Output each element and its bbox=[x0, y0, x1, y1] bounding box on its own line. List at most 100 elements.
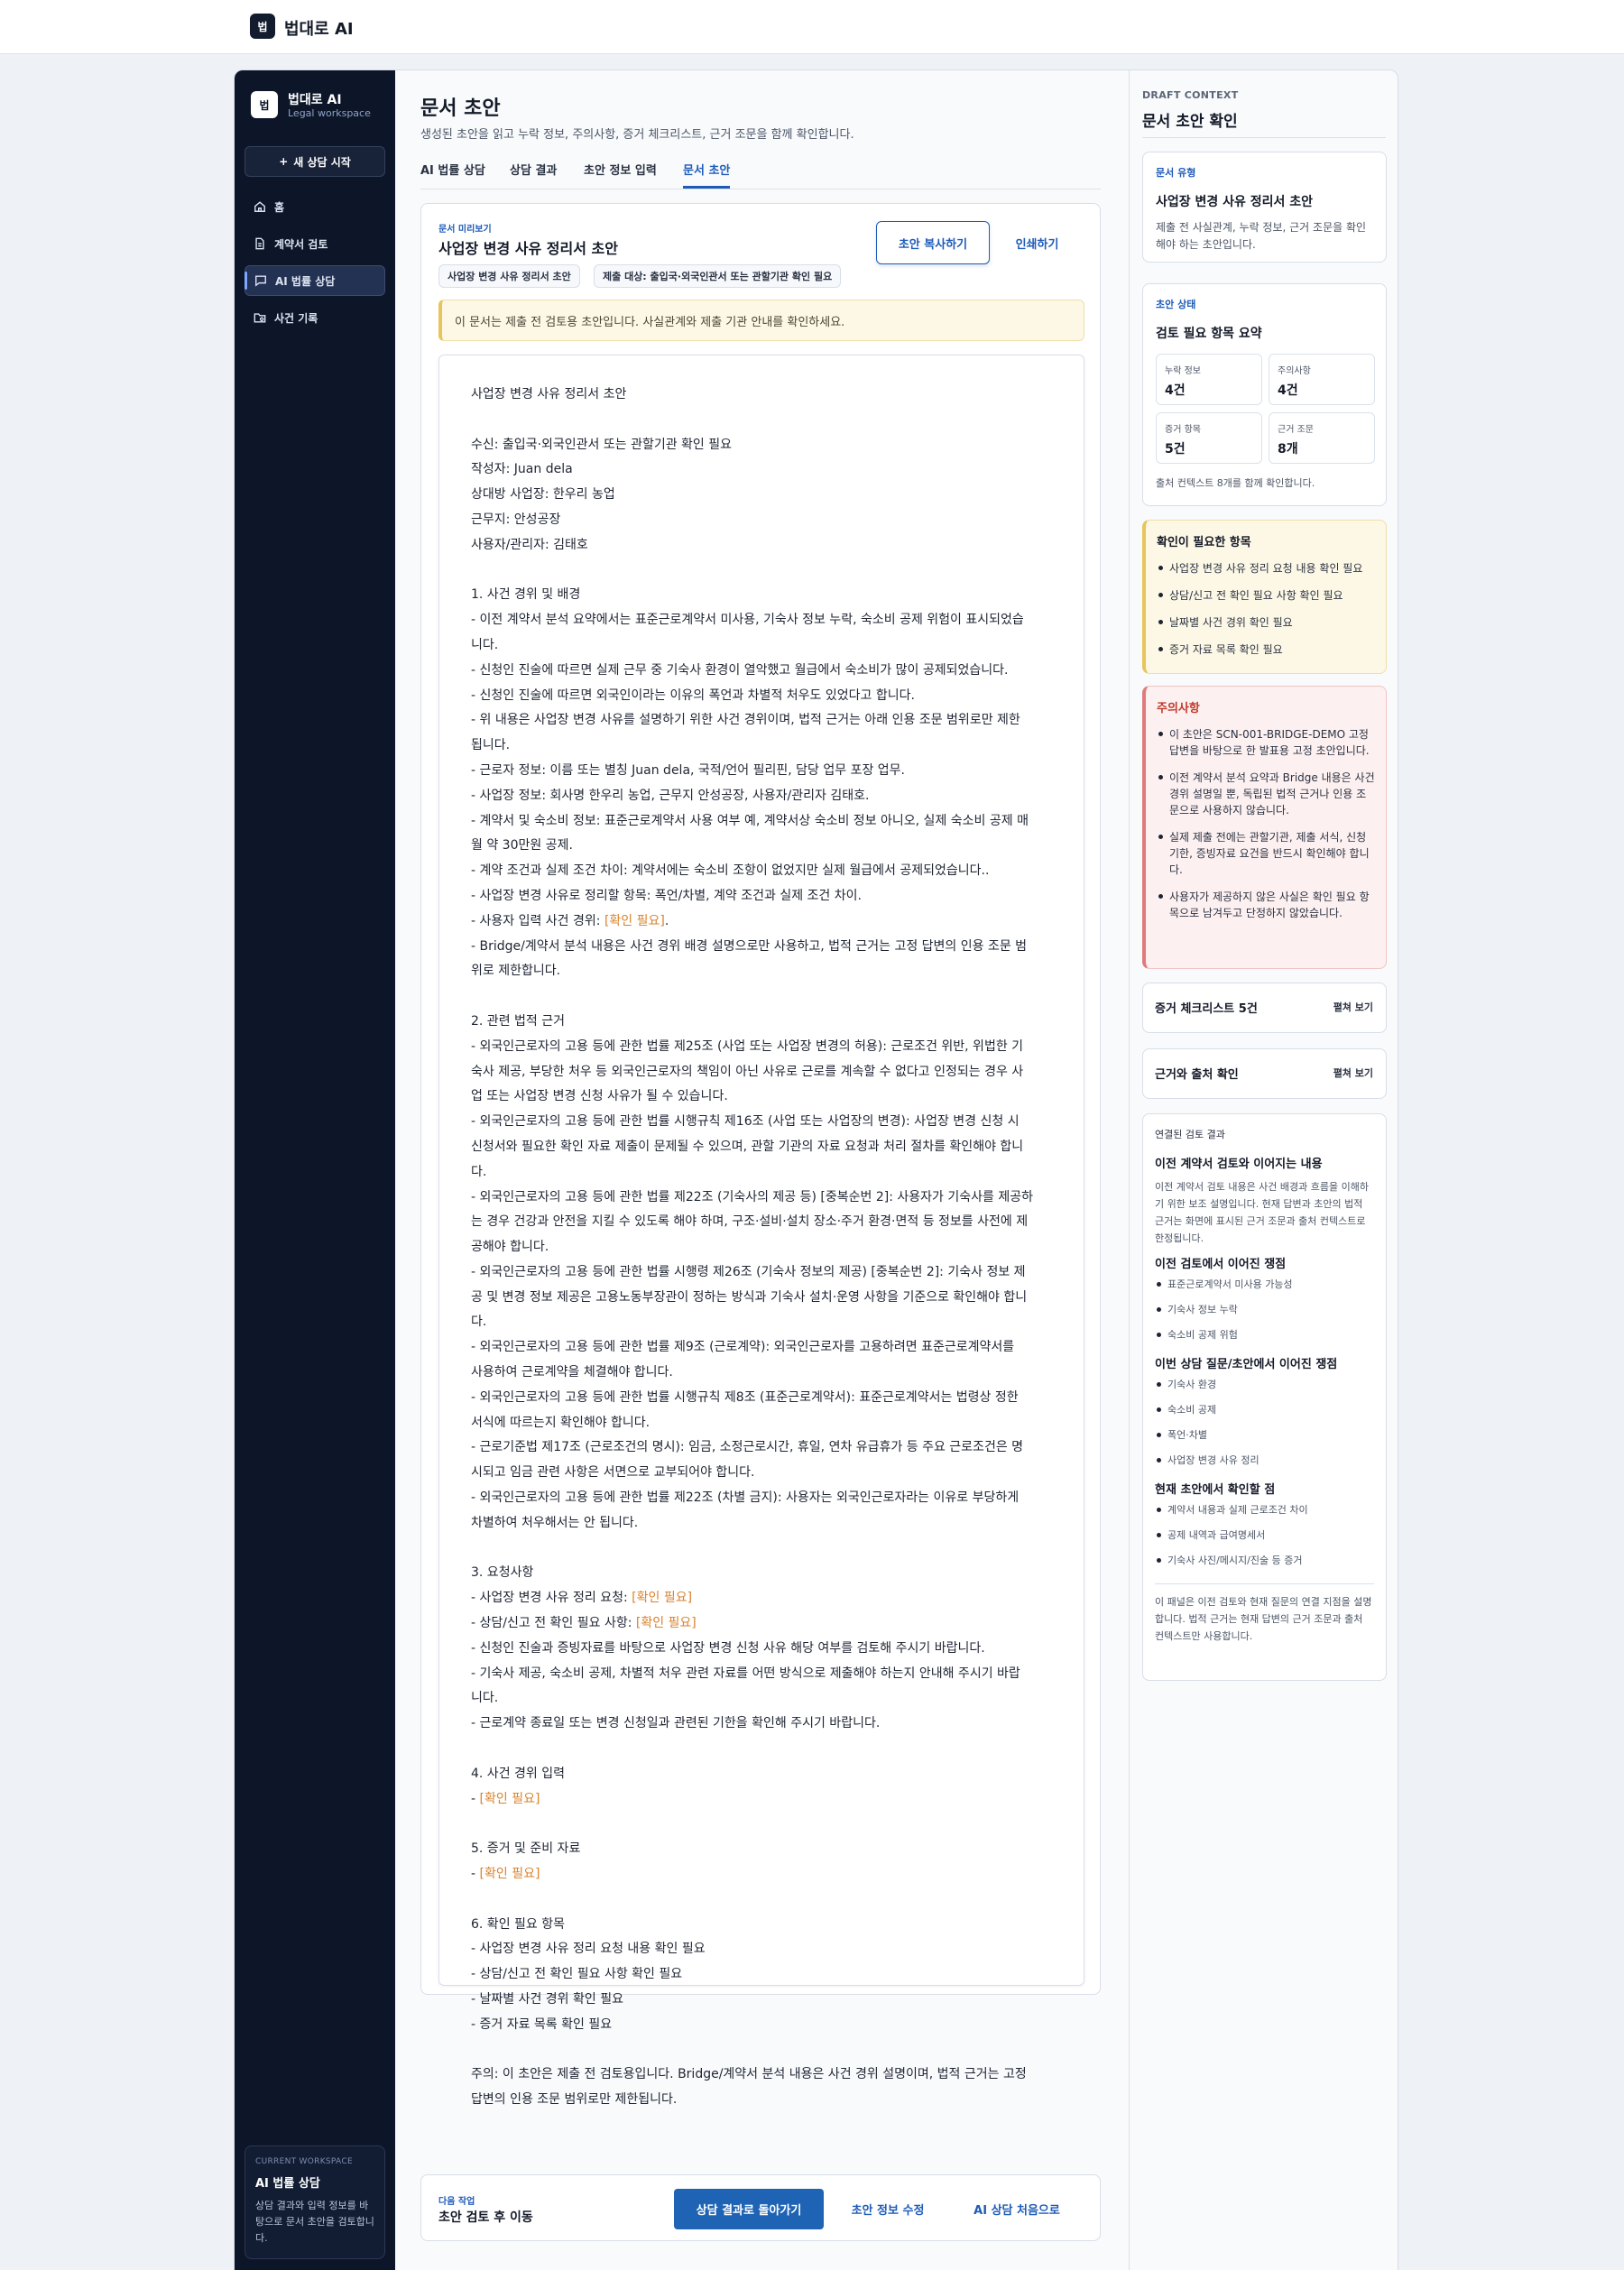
stat-label: 주의사항 bbox=[1278, 366, 1311, 376]
document-line: 니다. bbox=[471, 637, 499, 652]
document-line: 다. bbox=[471, 1315, 487, 1330]
document-line: - 근로계약 종료일 또는 변경 신청일과 관련된 기한을 확인해 주시기 바랍… bbox=[471, 1716, 881, 1731]
print-button[interactable]: 인쇄하기 bbox=[990, 221, 1084, 264]
folder-icon bbox=[254, 313, 266, 323]
evidence-expand-toggle[interactable]: 펼쳐 보기 bbox=[1333, 1000, 1373, 1014]
document-line: - 외국인근로자의 고용 등에 관한 법률 시행규칙 제16조 (사업 또는 사… bbox=[471, 1114, 1020, 1130]
linked-group-list: 표준근로계약서 미사용 가능성 기숙사 정보 누락 숙소비 공제 위험 bbox=[1155, 1277, 1374, 1343]
tab-ai-consultation[interactable]: AI 법률 상담 bbox=[420, 161, 485, 189]
doc-type-kicker: 문서 유형 bbox=[1156, 167, 1196, 179]
document-line: - 기숙사 제공, 숙소비 공제, 차별적 처우 관련 자료를 어떤 방식으로 … bbox=[471, 1666, 1020, 1681]
app-logo-icon[interactable]: 법 bbox=[250, 14, 275, 39]
new-consultation-label: 새 상담 시작 bbox=[293, 155, 351, 169]
edit-draft-info-button[interactable]: 초안 정보 수정 bbox=[834, 2189, 942, 2229]
needs-confirmation-flag: [확인 필요] bbox=[604, 913, 665, 928]
linked-footnote: 이 패널은 이전 검토와 현재 질문의 연결 지점을 설명합니다. 법적 근거는… bbox=[1155, 1596, 1372, 1642]
draft-context-panel: DRAFT CONTEXT 문서 초안 확인 문서 유형 사업장 변경 사유 정… bbox=[1129, 70, 1398, 2270]
doc-type-card: 문서 유형 사업장 변경 사유 정리서 초안 제출 전 사실관계, 누락 정보,… bbox=[1142, 152, 1387, 263]
list-item: 기숙사 정보 누락 bbox=[1155, 1302, 1374, 1318]
rail-title: 문서 초안 확인 bbox=[1142, 113, 1238, 131]
document-line: - 외국인근로자의 고용 등에 관한 법률 제22조 (기숙사의 제공 등) [… bbox=[471, 1189, 1033, 1204]
stat-evidence: 증거 항목 5건 bbox=[1156, 412, 1262, 464]
document-line: - 상담/신고 전 확인 필요 사항 확인 필요 bbox=[471, 1967, 683, 1982]
list-item: 공제 내역과 급여명세서 bbox=[1155, 1527, 1374, 1544]
tab-consultation-result[interactable]: 상담 결과 bbox=[510, 161, 557, 189]
sidebar-app-name: 법대로 AI bbox=[288, 93, 342, 107]
document-line: 다. bbox=[471, 1164, 487, 1179]
list-item: 사업장 변경 사유 정리 bbox=[1155, 1453, 1374, 1469]
list-item: 기숙사 환경 bbox=[1155, 1377, 1374, 1393]
list-item: 숙소비 공제 위험 bbox=[1155, 1327, 1374, 1343]
rail-kicker: DRAFT CONTEXT bbox=[1142, 89, 1239, 101]
sidebar-item-label: AI 법률 상담 bbox=[275, 274, 336, 288]
sidebar-item-home[interactable]: 홈 bbox=[245, 191, 385, 222]
evidence-checklist-card[interactable]: 증거 체크리스트 5건 펼쳐 보기 bbox=[1142, 983, 1387, 1033]
list-item: 이 초안은 SCN-001-BRIDGE-DEMO 고정 답변을 바탕으로 한 … bbox=[1157, 726, 1375, 759]
document-line: 1. 사건 경위 및 배경 bbox=[471, 587, 581, 603]
list-item: 기숙사 사진/메시지/진술 등 증거 bbox=[1155, 1553, 1374, 1569]
document-line: 수신: 출입국·외국인관서 또는 관할기관 확인 필요 bbox=[471, 437, 733, 452]
document-line: - 외국인근로자의 고용 등에 관한 법률 제25조 (사업 또는 사업장 변경… bbox=[471, 1038, 1024, 1054]
stat-legal-basis: 근거 조문 8개 bbox=[1269, 412, 1375, 464]
document-line: 됩니다. bbox=[471, 738, 511, 753]
sources-card[interactable]: 근거와 출처 확인 펼쳐 보기 bbox=[1142, 1048, 1387, 1099]
linked-group-title: 현재 초안에서 확인할 점 bbox=[1155, 1483, 1276, 1497]
stat-value: 4건 bbox=[1278, 383, 1298, 398]
copy-draft-button[interactable]: 초안 복사하기 bbox=[876, 221, 990, 264]
preview-kicker: 문서 미리보기 bbox=[438, 225, 492, 235]
caution-card: 주의사항 이 초안은 SCN-001-BRIDGE-DEMO 고정 답변을 바탕… bbox=[1142, 686, 1387, 969]
document-line: 공 및 변경 정보 제공은 고용노동부장관이 정하는 방식과 기숙사 설치·운영… bbox=[471, 1289, 1028, 1305]
page-title: 문서 초안 bbox=[420, 97, 501, 120]
document-line: 시되고 임금 관련 사항은 서면으로 교부되어야 합니다. bbox=[471, 1465, 755, 1481]
list-item: 사용자가 제공하지 않은 사실은 확인 필요 항목으로 남겨두고 단정하지 않았… bbox=[1157, 889, 1375, 921]
document-body: 사업장 변경 사유 정리서 초안수신: 출입국·외국인관서 또는 관할기관 확인… bbox=[438, 355, 1084, 2107]
stat-cautions: 주의사항 4건 bbox=[1269, 354, 1375, 405]
document-line: - 상담/신고 전 확인 필요 사항: [확인 필요] bbox=[471, 1616, 697, 1631]
workspace-desc: 상담 결과와 입력 정보를 바탕으로 문서 초안을 검토합니다. bbox=[255, 2200, 374, 2244]
sidebar-item-contract-review[interactable]: 계약서 검토 bbox=[245, 228, 385, 259]
list-item: 계약서 내용과 실제 근로조건 차이 bbox=[1155, 1502, 1374, 1518]
sidebar-item-case-records[interactable]: 사건 기록 bbox=[245, 302, 385, 333]
document-line: - [확인 필요] bbox=[471, 1791, 540, 1806]
sidebar-item-label: 홈 bbox=[274, 200, 285, 214]
main-content: 문서 초안 생성된 초안을 읽고 누락 정보, 주의사항, 증거 체크리스트, … bbox=[395, 70, 1129, 2270]
tab-document-draft[interactable]: 문서 초안 bbox=[683, 161, 731, 189]
back-to-result-button[interactable]: 상담 결과로 돌아가기 bbox=[674, 2189, 824, 2229]
document-line: - 근로기준법 제17조 (근로조건의 명시): 임금, 소정근로시간, 휴일,… bbox=[471, 1440, 1024, 1455]
stat-value: 4건 bbox=[1165, 383, 1186, 398]
new-consultation-button[interactable]: + 새 상담 시작 bbox=[245, 146, 385, 177]
document-line: - 신청인 진술과 증빙자료를 바탕으로 사업장 변경 신청 사유 해당 여부를… bbox=[471, 1640, 985, 1656]
list-item: 이전 계약서 분석 요약과 Bridge 내용은 사건 경위 설명일 뿐, 독립… bbox=[1157, 770, 1375, 818]
sidebar-item-ai-consultation[interactable]: AI 법률 상담 bbox=[245, 265, 385, 296]
linked-review-kicker: 연결된 검토 결과 bbox=[1155, 1129, 1225, 1140]
sidebar: 법 법대로 AI Legal workspace + 새 상담 시작 홈 계약서… bbox=[235, 70, 395, 2270]
top-bar: 법 법대로 AI bbox=[0, 0, 1624, 54]
restart-consultation-button[interactable]: AI 상담 처음으로 bbox=[954, 2189, 1080, 2229]
caution-list: 이 초안은 SCN-001-BRIDGE-DEMO 고정 답변을 바탕으로 한 … bbox=[1157, 726, 1375, 921]
app-brand[interactable]: 법대로 AI bbox=[284, 16, 354, 40]
doc-type-title: 사업장 변경 사유 정리서 초안 bbox=[1156, 195, 1314, 209]
document-line: - 외국인근로자의 고용 등에 관한 법률 제9조 (근로계약): 외국인근로자… bbox=[471, 1340, 1015, 1355]
next-action-title: 초안 검토 후 이동 bbox=[438, 2210, 533, 2225]
linked-review-card: 연결된 검토 결과 이전 계약서 검토와 이어지는 내용 이전 계약서 검토 내… bbox=[1142, 1113, 1387, 1681]
document-line: 사용자/관리자: 김태호 bbox=[471, 537, 588, 552]
list-item: 폭언·차별 bbox=[1155, 1427, 1374, 1444]
stat-label: 누락 정보 bbox=[1165, 366, 1201, 376]
tab-draft-info-input[interactable]: 초안 정보 입력 bbox=[584, 161, 657, 189]
list-item: 사업장 변경 사유 정리 요청 내용 확인 필요 bbox=[1157, 560, 1375, 577]
document-line: 월 약 30만원 공제. bbox=[471, 838, 573, 854]
review-notice: 이 문서는 제출 전 검토용 초안입니다. 사실관계와 제출 기관 안내를 확인… bbox=[438, 300, 1084, 341]
sidebar-item-label: 사건 기록 bbox=[274, 311, 318, 325]
current-workspace-card: CURRENT WORKSPACE AI 법률 상담 상담 결과와 입력 정보를… bbox=[245, 2145, 385, 2259]
needs-confirmation-flag: [확인 필요] bbox=[635, 1616, 697, 1631]
document-line: 사업장 변경 사유 정리서 초안 bbox=[471, 387, 627, 401]
document-line: - 사용자 입력 사건 경위: [확인 필요]. bbox=[471, 913, 669, 928]
document-line: - 근로자 정보: 이름 또는 별칭 Juan dela, 국적/언어 필리핀,… bbox=[471, 762, 905, 778]
plus-icon: + bbox=[279, 155, 289, 168]
document-line: 근무지: 안성공장 bbox=[471, 512, 561, 527]
sources-expand-toggle[interactable]: 펼쳐 보기 bbox=[1333, 1066, 1373, 1080]
sidebar-item-label: 계약서 검토 bbox=[274, 237, 328, 251]
